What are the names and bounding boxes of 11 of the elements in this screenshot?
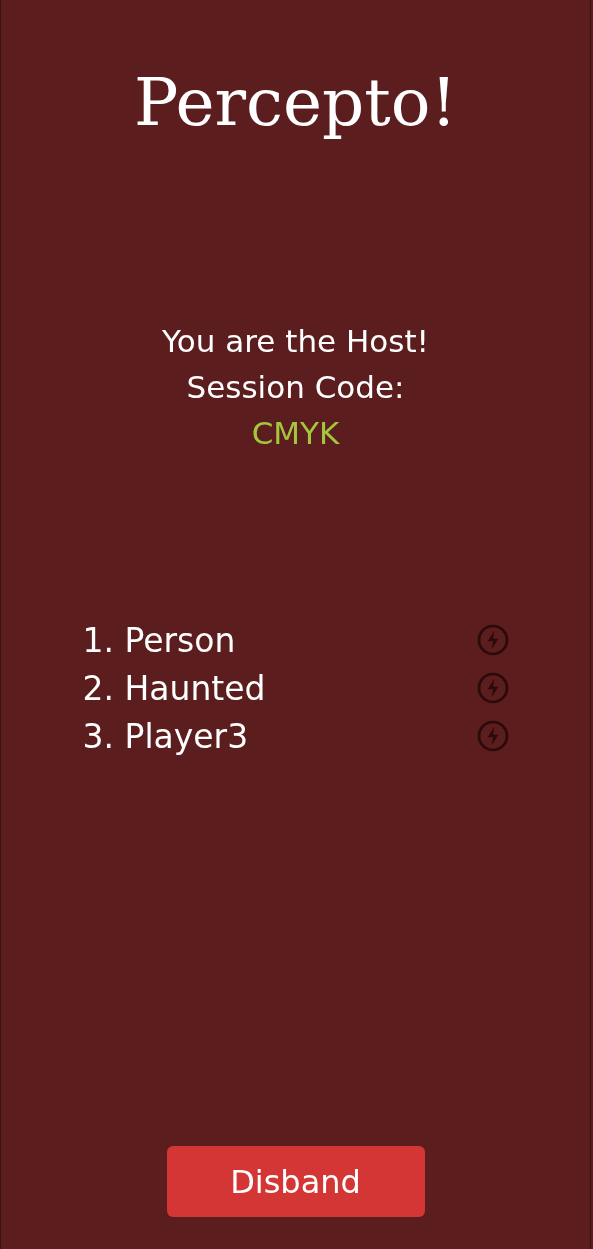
disband-button[interactable]: Disband <box>166 1146 425 1217</box>
session-code: CMYK <box>251 414 340 453</box>
host-message: You are the Host! <box>162 322 429 361</box>
player-name: 1. Person <box>82 620 236 660</box>
lightning-bolt-icon[interactable] <box>476 720 509 752</box>
player-name: 2. Haunted <box>82 668 266 708</box>
lightning-bolt-icon[interactable] <box>476 624 509 656</box>
session-code-label: Session Code: <box>186 368 405 407</box>
player-name: 3. Player3 <box>82 716 249 756</box>
app-title: Percepto! <box>133 63 458 143</box>
lightning-bolt-icon[interactable] <box>476 672 509 704</box>
